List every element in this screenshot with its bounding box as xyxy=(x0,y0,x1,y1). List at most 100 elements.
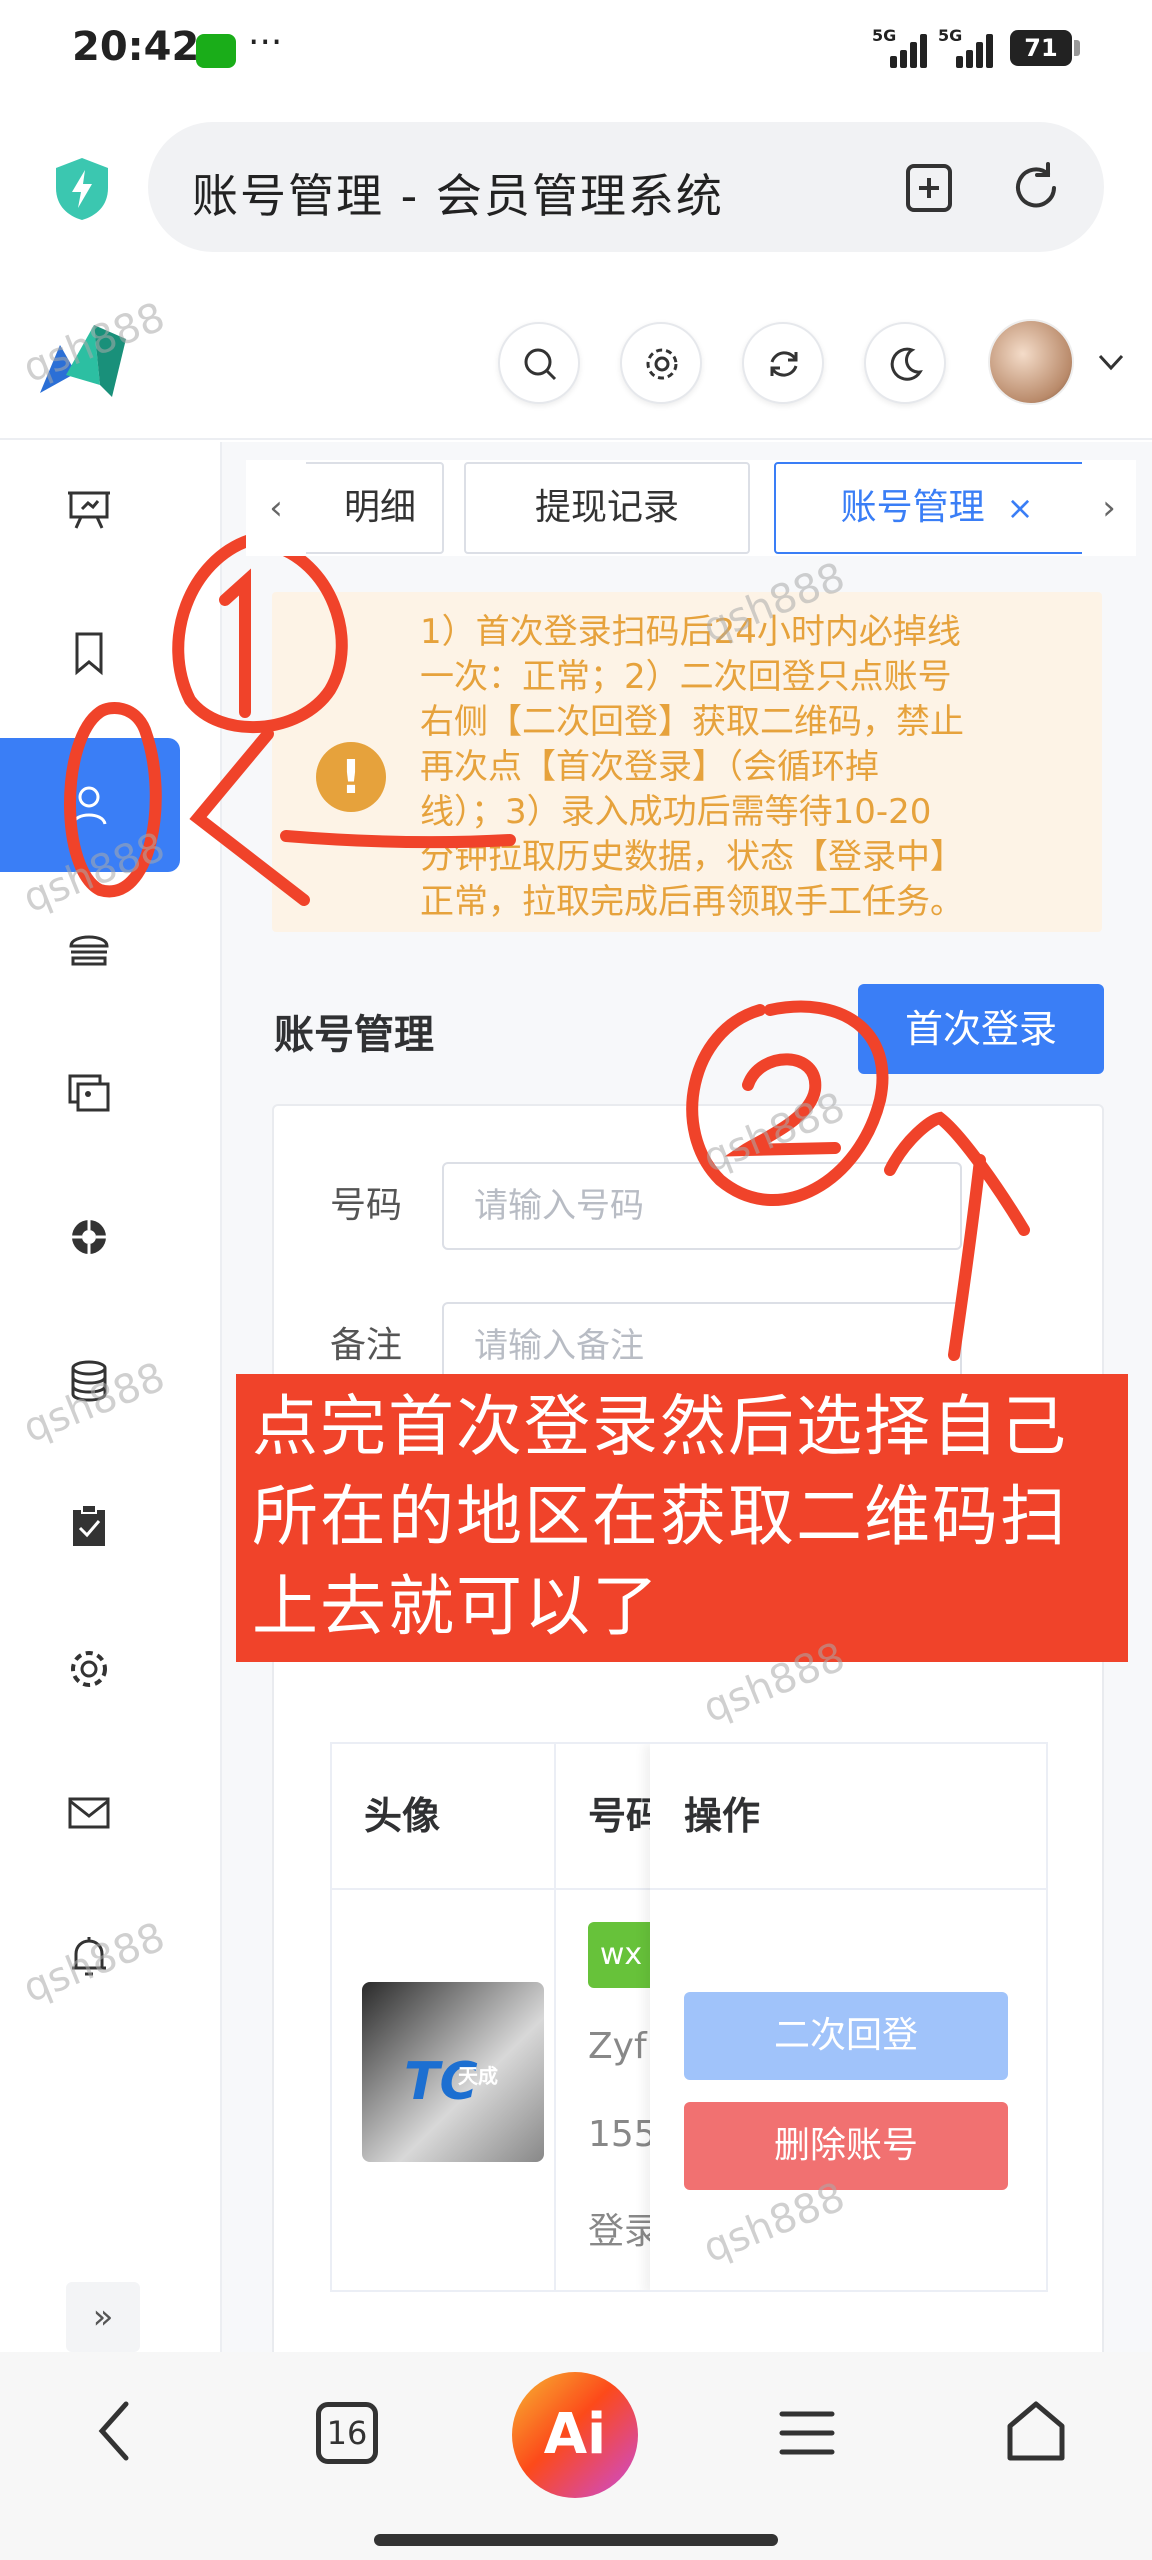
burger-icon xyxy=(69,935,109,966)
app-header xyxy=(0,285,1152,440)
bookmark-icon xyxy=(75,632,103,676)
tab-account-management[interactable]: 账号管理 × xyxy=(774,462,1100,554)
tab-label: 明细 xyxy=(343,487,416,528)
moon-icon xyxy=(890,347,923,381)
main-content: ‹ 明细 提现记录 账号管理 × › ! 1）首次登录扫码后24小时内必掉线 一次… xyxy=(222,442,1152,2352)
close-icon[interactable]: × xyxy=(1007,489,1034,527)
row-divider xyxy=(650,1888,1046,1890)
battery-tip xyxy=(1074,40,1080,56)
account-avatar: TC 天成 xyxy=(362,1982,544,2162)
sidebar-expand-button[interactable]: » xyxy=(66,2282,140,2352)
wechat-icon xyxy=(196,34,236,68)
tab-label: 提现记录 xyxy=(534,487,679,528)
status-select[interactable]: 全部 xyxy=(484,1444,556,1496)
picture-icon xyxy=(68,1074,110,1112)
avatar-logo-sub: 天成 xyxy=(458,2064,498,2088)
notice-line: 1）首次登录扫码后24小时内必掉线 xyxy=(420,612,961,652)
sidebar-item-mail[interactable] xyxy=(0,1746,180,1880)
section-title: 账号管理 xyxy=(274,1012,434,1058)
sidebar-item-notifications[interactable] xyxy=(0,1890,180,2024)
lifebuoy-icon xyxy=(72,1220,106,1254)
column-header-avatar: 头像 xyxy=(364,1794,441,1838)
back-icon[interactable] xyxy=(90,2396,140,2466)
gear-icon xyxy=(646,348,678,380)
tab-bar: ‹ 明细 提现记录 账号管理 × › xyxy=(246,460,1136,556)
column-divider xyxy=(554,1744,556,2290)
sidebar-item-media[interactable] xyxy=(0,1026,180,1160)
notice-line: 一次：正常；2）二次回登只点账号 xyxy=(420,657,952,697)
notice-line: 分钟拉取历史数据，状态【登录中】 xyxy=(420,837,964,877)
home-icon[interactable] xyxy=(1004,2398,1068,2464)
notice-text: 1）首次登录扫码后24小时内必掉线 一次：正常；2）二次回登只点账号 右侧【二次… xyxy=(420,610,1070,925)
delete-account-button[interactable]: 删除账号 xyxy=(684,2102,1008,2190)
gear-icon xyxy=(71,1651,107,1687)
sidebar-item-dashboard[interactable] xyxy=(0,442,180,576)
signal-icon: 5G xyxy=(872,26,932,70)
app-logo[interactable] xyxy=(30,315,140,405)
action-column: 操作 二次回登 删除账号 xyxy=(650,1744,1046,2290)
account-name: Zyf xyxy=(588,2026,647,2067)
settings-button[interactable] xyxy=(620,322,702,404)
account-table: 头像 号码 TC 天成 wx Zyf 155 登录 操作 二次回登 删除账号 xyxy=(330,1742,1048,2292)
user-avatar[interactable] xyxy=(988,319,1074,405)
first-login-button[interactable]: 首次登录 xyxy=(858,984,1104,1074)
signal-label: 5G xyxy=(938,26,963,45)
phone-input[interactable]: 请输入号码 xyxy=(442,1162,962,1250)
notice-line: 线）；3）录入成功后需等待10-20 xyxy=(420,792,932,832)
home-indicator xyxy=(374,2534,778,2546)
browser-bar: 账号管理 - 会员管理系统 xyxy=(0,100,1152,285)
sidebar-item-database[interactable] xyxy=(0,1314,180,1448)
remark-label: 备注 xyxy=(330,1325,403,1366)
chevron-down-icon[interactable] xyxy=(1096,351,1126,373)
notice-line: 右侧【二次回登】获取二维码，禁止 xyxy=(420,702,964,742)
tab-scroll-left[interactable]: ‹ xyxy=(246,460,306,556)
add-bookmark-icon[interactable] xyxy=(902,160,956,214)
user-icon xyxy=(71,786,107,825)
sidebar-item-hamburger[interactable] xyxy=(0,882,180,1016)
shield-icon[interactable] xyxy=(52,156,112,222)
mail-icon xyxy=(68,1797,110,1829)
reload-icon[interactable] xyxy=(1008,160,1064,216)
signal-label: 5G xyxy=(872,26,897,45)
tab-scroll-right[interactable]: › xyxy=(1082,460,1136,556)
address-bar[interactable]: 账号管理 - 会员管理系统 xyxy=(148,122,1104,252)
sidebar-item-settings[interactable] xyxy=(0,1602,180,1736)
browser-bottom-nav: 16 Ai xyxy=(0,2352,1152,2560)
relogin-button[interactable]: 二次回登 xyxy=(684,1992,1008,2080)
phone-label: 号码 xyxy=(330,1185,403,1226)
status-bar: 20:42 ··· 5G 5G 71 xyxy=(0,0,1152,100)
account-phone: 155 xyxy=(588,2114,657,2155)
status-time: 20:42 xyxy=(72,24,200,70)
search-button[interactable] xyxy=(330,1576,496,1660)
database-icon xyxy=(71,1360,107,1402)
reset-button[interactable]: 重置 xyxy=(530,1576,696,1660)
status-label: 状态 xyxy=(330,1453,403,1494)
battery-icon: 71 xyxy=(1010,30,1072,66)
page-title: 账号管理 - 会员管理系统 xyxy=(192,169,724,223)
ai-assistant-button[interactable]: Ai xyxy=(512,2372,638,2498)
column-header-action: 操作 xyxy=(684,1794,761,1838)
clipboard-check-icon xyxy=(73,1504,105,1546)
notice-line: 再次点【首次登录】（会循环掉 xyxy=(420,747,879,787)
presentation-icon xyxy=(68,491,110,529)
remark-input[interactable]: 请输入备注 xyxy=(442,1302,962,1390)
tab-withdraw-records[interactable]: 提现记录 xyxy=(464,462,750,554)
account-card: 号码 请输入号码 备注 请输入备注 状态 全部 重置 头像 号码 TC 天成 w… xyxy=(272,1104,1104,2352)
search-button[interactable] xyxy=(498,322,580,404)
sidebar-item-bookmark[interactable] xyxy=(0,586,180,720)
bell-icon xyxy=(72,1937,106,1976)
tabs-count-button[interactable]: 16 xyxy=(316,2402,378,2464)
sidebar-item-tasks[interactable] xyxy=(0,1458,180,1592)
sidebar-item-account[interactable] xyxy=(0,738,180,872)
refresh-icon xyxy=(770,351,798,377)
more-notifications-icon: ··· xyxy=(248,22,283,63)
search-icon xyxy=(524,348,557,381)
signal-icon: 5G xyxy=(938,26,998,70)
dark-mode-button[interactable] xyxy=(864,322,946,404)
menu-icon[interactable] xyxy=(778,2406,836,2460)
refresh-button[interactable] xyxy=(742,322,824,404)
sidebar-item-target[interactable] xyxy=(0,1170,180,1304)
notice-line: 正常，拉取完成后再领取手工任务。 xyxy=(420,882,964,922)
warning-icon: ! xyxy=(316,742,386,812)
tab-label: 账号管理 xyxy=(840,487,985,528)
